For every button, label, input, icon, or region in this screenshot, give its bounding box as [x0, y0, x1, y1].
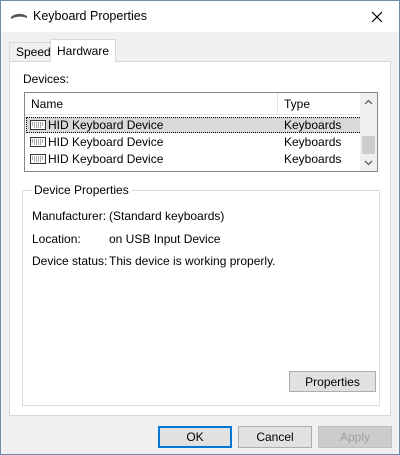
apply-button[interactable]: Apply: [318, 426, 392, 448]
keyboard-properties-dialog: Keyboard Properties Speed Hardware Devic…: [0, 0, 400, 455]
location-label: Location:: [32, 232, 81, 246]
column-separator[interactable]: [277, 93, 278, 115]
scroll-thumb[interactable]: [362, 136, 375, 154]
location-value: on USB Input Device: [109, 232, 221, 246]
manufacturer-value: (Standard keyboards): [109, 209, 225, 223]
scroll-down-button[interactable]: [360, 154, 377, 171]
device-properties-group: Device Properties Manufacturer: (Standar…: [22, 183, 380, 406]
tab-speed-label: Speed: [16, 45, 51, 59]
manufacturer-label: Manufacturer:: [32, 209, 107, 223]
title-bar[interactable]: Keyboard Properties: [1, 1, 399, 32]
device-status-value: This device is working properly.: [109, 254, 276, 268]
cancel-button[interactable]: Cancel: [238, 426, 312, 448]
list-item[interactable]: HID Keyboard Device Keyboards: [26, 151, 362, 167]
keyboard-icon: [10, 10, 28, 22]
vertical-scrollbar[interactable]: [360, 93, 377, 171]
device-status-label: Device status:: [32, 254, 108, 268]
hardware-panel: Devices: Name Type HID Keyboard Device K…: [9, 61, 391, 416]
window-title: Keyboard Properties: [33, 9, 147, 23]
cancel-button-label: Cancel: [256, 430, 294, 444]
column-header-type[interactable]: Type: [284, 97, 310, 111]
devices-label: Devices:: [23, 72, 70, 86]
list-item[interactable]: HID Keyboard Device Keyboards: [26, 134, 362, 150]
chevron-up-icon: [364, 99, 373, 104]
close-icon: [371, 11, 383, 22]
keyboard-device-icon: [30, 120, 46, 130]
device-type: Keyboards: [284, 118, 342, 132]
close-button[interactable]: [355, 1, 399, 32]
ok-button[interactable]: OK: [158, 426, 232, 448]
device-name: HID Keyboard Device: [48, 152, 164, 166]
tab-hardware[interactable]: Hardware: [50, 39, 117, 62]
scroll-up-button[interactable]: [360, 93, 377, 110]
devices-list[interactable]: Name Type HID Keyboard Device Keyboards …: [24, 92, 378, 172]
keyboard-device-icon: [30, 137, 46, 147]
chevron-down-icon: [364, 160, 373, 165]
column-header-name[interactable]: Name: [31, 97, 63, 111]
group-title: Device Properties: [32, 183, 131, 197]
device-name: HID Keyboard Device: [48, 135, 164, 149]
device-type: Keyboards: [284, 135, 342, 149]
list-item[interactable]: HID Keyboard Device Keyboards: [26, 117, 362, 133]
properties-button-label: Properties: [305, 374, 360, 389]
properties-button[interactable]: Properties: [289, 371, 376, 392]
keyboard-device-icon: [30, 154, 46, 164]
apply-button-label: Apply: [339, 430, 371, 444]
device-name: HID Keyboard Device: [48, 118, 164, 132]
list-header: Name Type: [25, 93, 362, 115]
tab-hardware-label: Hardware: [57, 44, 110, 58]
ok-button-label: OK: [186, 430, 204, 444]
device-type: Keyboards: [284, 152, 342, 166]
